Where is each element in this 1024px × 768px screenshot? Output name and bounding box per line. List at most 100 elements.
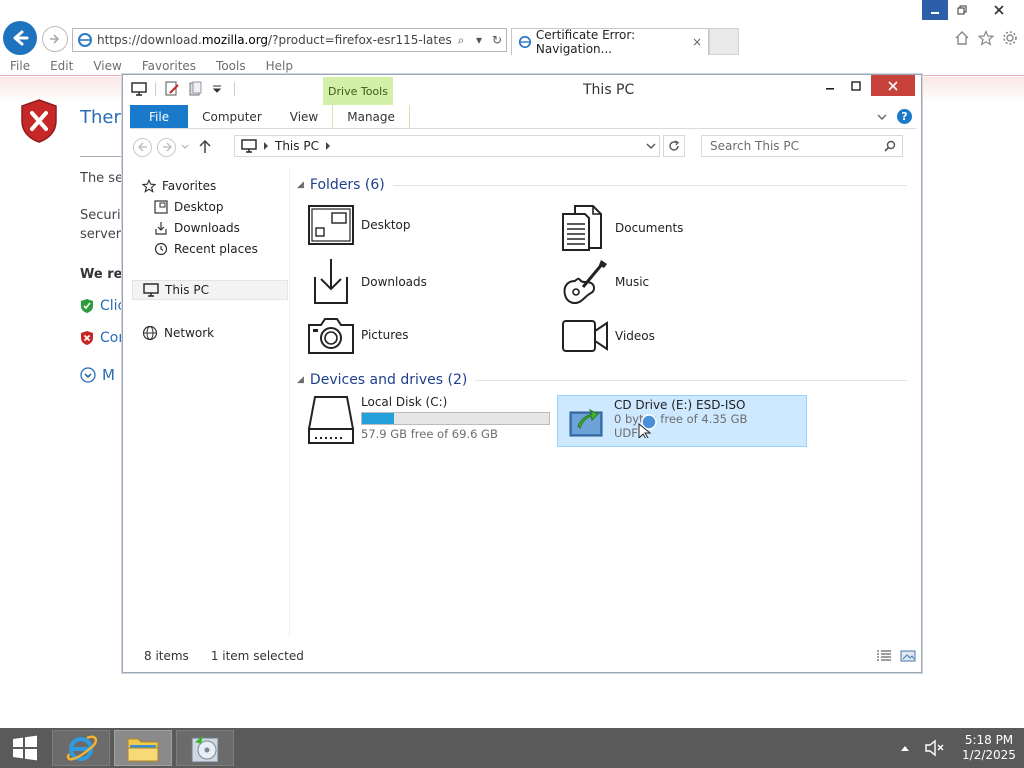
favorites-star-icon[interactable] [978,30,994,46]
explorer-close-button[interactable] [871,75,915,96]
close-icon [994,5,1004,15]
refresh-button[interactable] [663,135,685,157]
nav-back-button[interactable] [133,137,152,157]
home-icon[interactable] [954,30,970,46]
search-icon [884,140,896,152]
breadcrumb-this-pc[interactable]: This PC [275,139,319,153]
nav-network[interactable]: Network [142,323,214,343]
folder-music-label: Music [615,275,650,289]
more-information-link[interactable]: M [80,366,115,384]
path-history-dropdown[interactable] [643,139,659,153]
ie-restore-button[interactable] [950,0,974,20]
camera-icon [308,318,354,354]
nav-recent-places[interactable]: Recent places [154,239,258,259]
view-switcher [876,650,916,662]
clock[interactable]: 5:18 PM 1/2/2025 [954,733,1024,763]
continue-link-text[interactable]: Cor [100,330,124,346]
red-shield-icon [81,331,93,345]
tab-view[interactable]: View [276,105,332,128]
close-icon [888,80,898,91]
ie-close-button[interactable] [976,0,1022,20]
drive-c-info: Local Disk (C:) 57.9 GB free of 69.6 GB [361,395,550,441]
folders-group-header[interactable]: ◢ Folders (6) [297,177,907,193]
status-bar: 8 items 1 item selected [130,645,916,667]
tab-manage[interactable]: Manage [332,105,410,128]
nav-this-pc-label: This PC [165,283,209,297]
volume-muted-icon[interactable] [924,739,944,757]
tab-file[interactable]: File [130,105,189,128]
menu-help[interactable]: Help [256,59,303,73]
nav-favorites[interactable]: Favorites [142,176,216,196]
refresh-icon[interactable]: ↻ [488,33,506,47]
folder-downloads[interactable]: Downloads [307,257,427,307]
status-item-count: 8 items [144,649,189,663]
more-information-text[interactable]: M [102,366,115,384]
large-icons-view-icon[interactable] [900,650,916,662]
ie-minimize-button[interactable] [922,0,948,20]
address-search-icon[interactable]: ⌕ [452,33,470,48]
drive-cd-e[interactable]: CD Drive (E:) ESD-ISO 0 bytes free of 4.… [557,395,807,447]
breadcrumb-chevron-icon[interactable] [263,142,269,150]
taskbar-internet-explorer[interactable] [52,730,110,766]
customize-qa-dropdown-icon[interactable] [212,84,222,94]
nav-this-pc[interactable]: This PC [132,280,288,300]
folder-documents[interactable]: Documents [561,204,683,252]
recent-locations-icon[interactable] [181,143,189,151]
tab-page-icon [518,35,532,49]
back-button[interactable] [3,21,37,55]
group-rule [475,379,907,381]
nav-forward-button[interactable] [157,137,176,157]
continue-link[interactable]: Cor [80,330,124,346]
folder-pictures-label: Pictures [361,328,409,342]
folder-documents-label: Documents [615,221,684,235]
help-icon[interactable]: ? [897,109,912,124]
documents-folder-icon [562,205,602,251]
folder-music[interactable]: Music [561,257,649,307]
menu-tools[interactable]: Tools [206,59,256,73]
search-input[interactable]: Search This PC [701,135,903,157]
collapse-triangle-icon[interactable]: ◢ [297,180,304,190]
up-arrow-icon[interactable] [199,140,211,154]
details-view-icon[interactable] [876,650,892,662]
address-bar[interactable]: https://download.mozilla.org/?product=fi… [72,28,507,52]
globe-icon [142,325,158,341]
collapse-triangle-icon[interactable]: ◢ [297,375,304,385]
taskbar-file-explorer[interactable] [114,730,172,766]
desktop-icon [154,200,168,214]
folder-videos[interactable]: Videos [561,319,655,353]
breadcrumb-chevron-icon[interactable] [325,142,331,150]
folder-desktop[interactable]: Desktop [307,204,411,246]
chevron-down-icon [646,143,656,149]
close-webpage-link[interactable]: Clic [80,298,125,314]
explorer-minimize-button[interactable] [817,75,843,96]
taskbar-setup-app[interactable] [176,730,234,766]
menu-favorites[interactable]: Favorites [132,59,206,73]
new-tab-button[interactable] [709,28,739,55]
ie-menu-bar: File Edit View Favorites Tools Help [0,56,1024,76]
menu-edit[interactable]: Edit [40,59,83,73]
expand-ribbon-icon[interactable] [877,113,887,121]
computer-icon[interactable] [131,82,147,96]
properties-icon[interactable] [164,81,180,97]
show-hidden-icons-icon[interactable] [900,744,910,752]
tab-computer[interactable]: Computer [188,105,276,128]
nav-downloads[interactable]: Downloads [154,218,240,238]
forward-button[interactable] [42,26,68,52]
nav-recent-label: Recent places [174,242,258,256]
new-folder-icon[interactable] [188,81,204,97]
start-button[interactable] [0,728,50,768]
devices-group-header[interactable]: ◢ Devices and drives (2) [297,372,907,388]
search-placeholder: Search This PC [710,139,799,153]
drive-local-disk-c[interactable]: Local Disk (C:) 57.9 GB free of 69.6 GB [307,395,550,447]
nav-desktop[interactable]: Desktop [154,197,224,217]
folder-pictures[interactable]: Pictures [307,315,409,355]
explorer-maximize-button[interactable] [843,75,869,96]
address-dropdown-icon[interactable]: ▾ [470,33,488,47]
menu-view[interactable]: View [83,59,131,73]
tab-certificate-error[interactable]: Certificate Error: Navigation... × [511,28,709,56]
path-box[interactable]: This PC [234,135,660,157]
gear-icon[interactable] [1002,30,1018,46]
tab-close-icon[interactable]: × [692,35,702,49]
menu-file[interactable]: File [0,59,40,73]
address-text[interactable]: https://download.mozilla.org/?product=fi… [93,33,452,47]
